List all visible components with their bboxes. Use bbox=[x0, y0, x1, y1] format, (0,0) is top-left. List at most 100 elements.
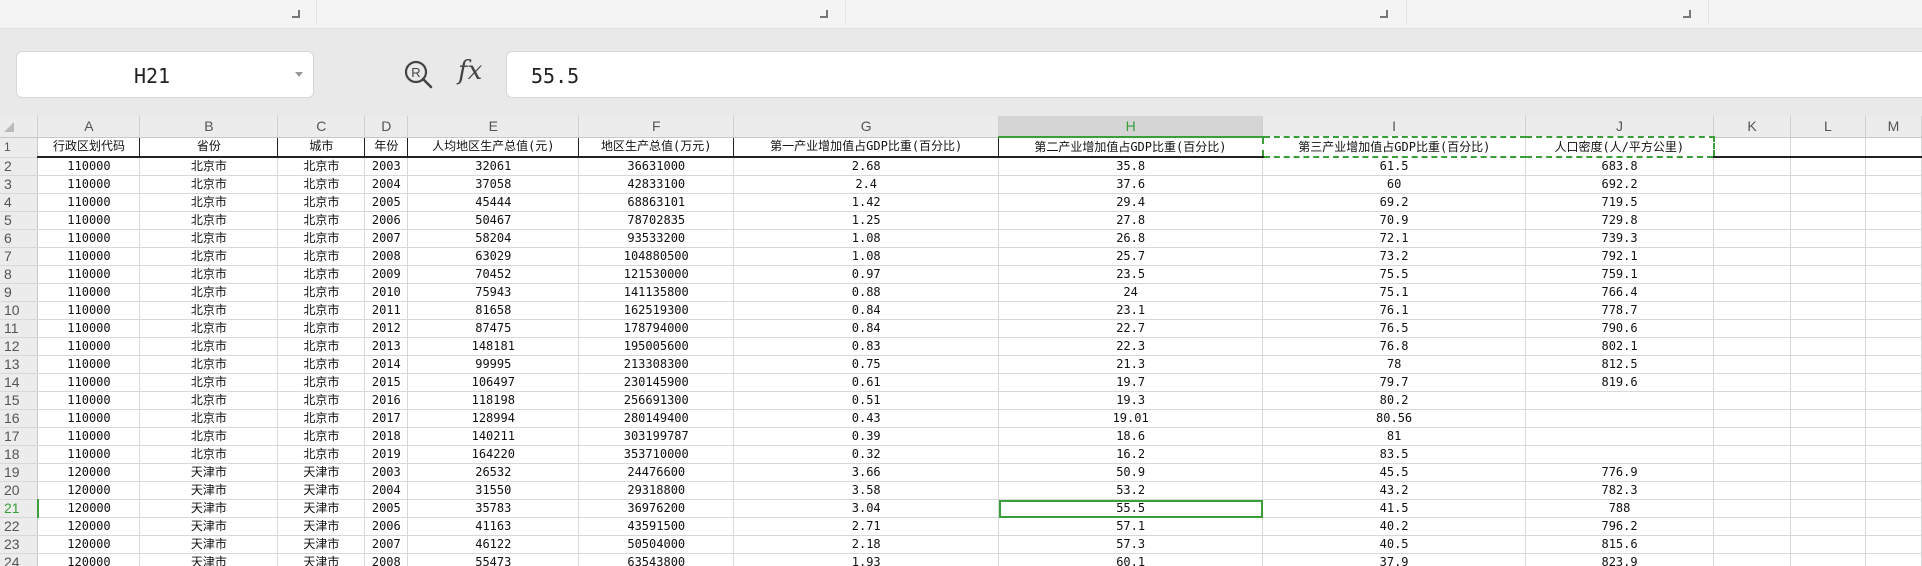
cell[interactable]: 36976200 bbox=[578, 499, 735, 518]
cell[interactable]: 18.6 bbox=[998, 427, 1264, 446]
group-expand-icon[interactable] bbox=[1683, 10, 1691, 18]
cell[interactable]: 164220 bbox=[407, 445, 580, 464]
cell[interactable]: 19.7 bbox=[998, 373, 1264, 392]
cell[interactable] bbox=[1790, 463, 1866, 482]
cell[interactable]: 1.08 bbox=[733, 247, 1000, 266]
row-header[interactable]: 7 bbox=[0, 247, 39, 266]
group-expand-icon[interactable] bbox=[292, 10, 300, 18]
cell[interactable]: 2009 bbox=[364, 265, 409, 284]
group-expand-icon[interactable] bbox=[1380, 10, 1388, 18]
cell[interactable]: 北京市 bbox=[139, 301, 279, 320]
cell[interactable]: 北京市 bbox=[139, 211, 279, 230]
row-header[interactable]: 24 bbox=[0, 553, 39, 566]
cell[interactable] bbox=[1713, 301, 1791, 320]
cell[interactable]: 43.2 bbox=[1262, 481, 1527, 500]
cell[interactable]: 19.01 bbox=[998, 409, 1264, 428]
cell[interactable]: 110000 bbox=[37, 355, 141, 374]
cell[interactable]: 778.7 bbox=[1525, 301, 1715, 320]
cell[interactable]: 北京市 bbox=[139, 445, 279, 464]
cell[interactable]: 57.1 bbox=[998, 517, 1264, 536]
cell[interactable]: 2014 bbox=[364, 355, 409, 374]
cell[interactable] bbox=[1865, 301, 1922, 320]
row-header[interactable]: 6 bbox=[0, 229, 39, 248]
cell[interactable] bbox=[1790, 247, 1866, 266]
cell[interactable]: 76.5 bbox=[1262, 319, 1527, 338]
cell[interactable]: 天津市 bbox=[139, 517, 279, 536]
cell[interactable]: 81 bbox=[1262, 427, 1527, 446]
cell[interactable] bbox=[1790, 319, 1866, 338]
cell[interactable]: 北京市 bbox=[277, 373, 366, 392]
cell[interactable]: 57.3 bbox=[998, 535, 1264, 554]
cell[interactable]: 2013 bbox=[364, 337, 409, 356]
cell[interactable] bbox=[1713, 481, 1791, 500]
cell[interactable]: 110000 bbox=[37, 193, 141, 212]
cell[interactable]: 0.51 bbox=[733, 391, 1000, 410]
cell[interactable]: 782.3 bbox=[1525, 481, 1715, 500]
cell[interactable]: 81658 bbox=[407, 301, 580, 320]
cell[interactable] bbox=[1713, 319, 1791, 338]
row-header[interactable]: 13 bbox=[0, 355, 39, 374]
cell[interactable] bbox=[1790, 157, 1866, 176]
header-cell[interactable]: 人口密度(人/平方公里) bbox=[1525, 136, 1715, 158]
cell[interactable]: 37.9 bbox=[1262, 553, 1527, 566]
cell[interactable]: 110000 bbox=[37, 265, 141, 284]
cell[interactable]: 2007 bbox=[364, 535, 409, 554]
cell[interactable] bbox=[1865, 445, 1922, 464]
column-header-e[interactable]: E bbox=[407, 116, 580, 138]
active-cell[interactable]: 55.5 bbox=[998, 499, 1264, 518]
cell[interactable]: 45.5 bbox=[1262, 463, 1527, 482]
cell[interactable]: 280149400 bbox=[578, 409, 735, 428]
cell[interactable] bbox=[1790, 373, 1866, 392]
cell[interactable]: 2005 bbox=[364, 499, 409, 518]
cell[interactable]: 162519300 bbox=[578, 301, 735, 320]
row-header[interactable]: 2 bbox=[0, 157, 39, 176]
cell[interactable]: 北京市 bbox=[139, 175, 279, 194]
cell[interactable]: 60 bbox=[1262, 175, 1527, 194]
cell[interactable]: 北京市 bbox=[277, 157, 366, 176]
cell[interactable] bbox=[1790, 409, 1866, 428]
row-header[interactable]: 15 bbox=[0, 391, 39, 410]
column-header-f[interactable]: F bbox=[578, 116, 735, 138]
cell[interactable]: 69.2 bbox=[1262, 193, 1527, 212]
cell[interactable]: 120000 bbox=[37, 463, 141, 482]
cell[interactable]: 683.8 bbox=[1525, 157, 1715, 176]
cell[interactable]: 天津市 bbox=[277, 481, 366, 500]
cell[interactable] bbox=[1790, 229, 1866, 248]
header-cell[interactable]: 城市 bbox=[277, 137, 366, 158]
cell[interactable]: 北京市 bbox=[277, 319, 366, 338]
cell[interactable]: 0.84 bbox=[733, 301, 1000, 320]
cell[interactable]: 75.1 bbox=[1262, 283, 1527, 302]
cell[interactable] bbox=[1713, 337, 1791, 356]
cell[interactable]: 83.5 bbox=[1262, 445, 1527, 464]
cell[interactable]: 110000 bbox=[37, 247, 141, 266]
cell[interactable]: 2018 bbox=[364, 427, 409, 446]
cell[interactable]: 78 bbox=[1262, 355, 1527, 374]
cell[interactable]: 73.2 bbox=[1262, 247, 1527, 266]
cell[interactable]: 北京市 bbox=[139, 427, 279, 446]
cell[interactable]: 2015 bbox=[364, 373, 409, 392]
cell[interactable] bbox=[1790, 301, 1866, 320]
cell[interactable]: 61.5 bbox=[1262, 157, 1527, 176]
cell[interactable]: 24476600 bbox=[578, 463, 735, 482]
column-header-j[interactable]: J bbox=[1525, 116, 1715, 138]
cell[interactable] bbox=[1790, 445, 1866, 464]
header-cell[interactable] bbox=[1790, 137, 1866, 158]
cell[interactable] bbox=[1790, 535, 1866, 554]
cell[interactable]: 21.3 bbox=[998, 355, 1264, 374]
cell[interactable]: 78702835 bbox=[578, 211, 735, 230]
select-all-button[interactable] bbox=[0, 116, 39, 138]
cell[interactable]: 北京市 bbox=[277, 355, 366, 374]
cell[interactable]: 16.2 bbox=[998, 445, 1264, 464]
cell[interactable] bbox=[1713, 553, 1791, 566]
cell[interactable]: 2011 bbox=[364, 301, 409, 320]
cell[interactable]: 110000 bbox=[37, 391, 141, 410]
cell[interactable] bbox=[1865, 283, 1922, 302]
cell[interactable]: 110000 bbox=[37, 211, 141, 230]
cell[interactable]: 0.83 bbox=[733, 337, 1000, 356]
cell[interactable]: 天津市 bbox=[277, 535, 366, 554]
cell[interactable]: 36631000 bbox=[578, 157, 735, 176]
cell[interactable]: 天津市 bbox=[139, 535, 279, 554]
cell[interactable]: 北京市 bbox=[139, 283, 279, 302]
cell[interactable]: 天津市 bbox=[139, 481, 279, 500]
cell[interactable]: 815.6 bbox=[1525, 535, 1715, 554]
